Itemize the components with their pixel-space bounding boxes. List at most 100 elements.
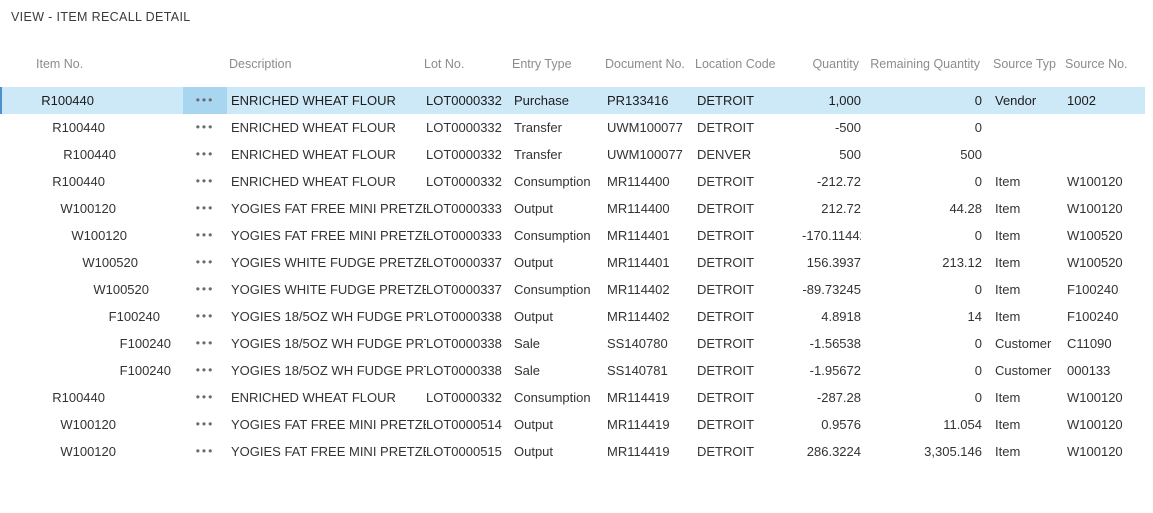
cell-quantity: -287.28 [802, 390, 861, 405]
row-menu-icon[interactable]: ••• [183, 168, 227, 195]
cell-source-no: F100240 [1058, 309, 1144, 324]
column-header-remaining-quantity[interactable]: Remaining Quantity [859, 57, 980, 76]
cell-lot-no: LOT0000338 [426, 336, 514, 351]
cell-location-code: DETROIT [697, 417, 802, 432]
row-menu-icon[interactable]: ••• [183, 141, 227, 168]
column-header-description[interactable]: Description [225, 57, 424, 76]
cell-source-no: W100120 [1058, 174, 1144, 189]
row-menu-icon[interactable]: ••• [183, 303, 227, 330]
cell-lot-no: LOT0000338 [426, 363, 514, 378]
cell-quantity: -170.11442 [802, 228, 861, 243]
column-header-source-type[interactable]: Source Type [980, 57, 1056, 76]
cell-remaining-quantity: 0 [861, 93, 982, 108]
cell-source-no: W100120 [1058, 201, 1144, 216]
table-row[interactable]: W100120•••YOGIES FAT FREE MINI PRETZELLO… [0, 195, 1145, 222]
cell-document-no: MR114419 [607, 417, 697, 432]
cell-quantity: 500 [802, 147, 861, 162]
cell-quantity: 286.3224 [802, 444, 861, 459]
cell-location-code: DETROIT [697, 255, 802, 270]
table-row[interactable]: W100520•••YOGIES WHITE FUDGE PRETZELLOT0… [0, 249, 1145, 276]
cell-entry-type: Sale [514, 336, 607, 351]
column-header-source-no[interactable]: Source No. [1056, 57, 1142, 76]
column-header-item-no[interactable]: Item No. [0, 57, 181, 76]
cell-item-no: R100440 [2, 390, 183, 405]
cell-description: YOGIES FAT FREE MINI PRETZEL [227, 228, 426, 243]
cell-source-type: Item [982, 390, 1058, 405]
table-row[interactable]: F100240•••YOGIES 18/5OZ WH FUDGE PRTLOT0… [0, 357, 1145, 384]
cell-lot-no: LOT0000332 [426, 390, 514, 405]
table-row[interactable]: R100440•••ENRICHED WHEAT FLOURLOT0000332… [0, 87, 1145, 114]
cell-remaining-quantity: 0 [861, 282, 982, 297]
cell-location-code: DETROIT [697, 444, 802, 459]
grid-header-row: Item No. Description Lot No. Entry Type … [0, 44, 1145, 76]
cell-lot-no: LOT0000332 [426, 147, 514, 162]
cell-entry-type: Output [514, 255, 607, 270]
cell-source-no: 000133 [1058, 363, 1144, 378]
column-header-quantity[interactable]: Quantity [800, 57, 859, 76]
cell-remaining-quantity: 213.12 [861, 255, 982, 270]
cell-entry-type: Consumption [514, 282, 607, 297]
row-menu-icon[interactable]: ••• [183, 438, 227, 465]
table-row[interactable]: R100440•••ENRICHED WHEAT FLOURLOT0000332… [0, 114, 1145, 141]
cell-description: YOGIES 18/5OZ WH FUDGE PRT [227, 309, 426, 324]
row-menu-icon[interactable]: ••• [183, 249, 227, 276]
cell-location-code: DENVER [697, 147, 802, 162]
cell-document-no: MR114419 [607, 390, 697, 405]
cell-lot-no: LOT0000337 [426, 255, 514, 270]
cell-remaining-quantity: 44.28 [861, 201, 982, 216]
row-menu-icon[interactable]: ••• [183, 87, 227, 114]
table-row[interactable]: W100120•••YOGIES FAT FREE MINI PRETZELLO… [0, 411, 1145, 438]
cell-description: YOGIES FAT FREE MINI PRETZEL [227, 417, 426, 432]
cell-source-no: W100120 [1058, 417, 1144, 432]
cell-location-code: DETROIT [697, 201, 802, 216]
column-header-entry-type[interactable]: Entry Type [512, 57, 605, 76]
item-recall-detail-grid: Item No. Description Lot No. Entry Type … [0, 44, 1145, 465]
cell-item-no: W100520 [2, 255, 183, 270]
table-row[interactable]: W100520•••YOGIES WHITE FUDGE PRETZELLOT0… [0, 276, 1145, 303]
cell-description: YOGIES WHITE FUDGE PRETZEL [227, 282, 426, 297]
cell-quantity: -500 [802, 120, 861, 135]
table-row[interactable]: F100240•••YOGIES 18/5OZ WH FUDGE PRTLOT0… [0, 303, 1145, 330]
table-row[interactable]: W100120•••YOGIES FAT FREE MINI PRETZELLO… [0, 222, 1145, 249]
cell-entry-type: Output [514, 309, 607, 324]
cell-quantity: 0.9576 [802, 417, 861, 432]
cell-remaining-quantity: 0 [861, 336, 982, 351]
cell-item-no: F100240 [2, 363, 183, 378]
cell-quantity: -1.56538 [802, 336, 861, 351]
cell-document-no: UWM100077 [607, 147, 697, 162]
row-menu-icon[interactable]: ••• [183, 330, 227, 357]
cell-document-no: MR114401 [607, 255, 697, 270]
cell-quantity: -89.73245 [802, 282, 861, 297]
cell-document-no: MR114402 [607, 309, 697, 324]
row-menu-icon[interactable]: ••• [183, 357, 227, 384]
row-menu-icon[interactable]: ••• [183, 222, 227, 249]
table-row[interactable]: F100240•••YOGIES 18/5OZ WH FUDGE PRTLOT0… [0, 330, 1145, 357]
cell-description: YOGIES 18/5OZ WH FUDGE PRT [227, 363, 426, 378]
item-recall-detail-window: VIEW - ITEM RECALL DETAIL Item No. Descr… [0, 0, 1153, 513]
cell-lot-no: LOT0000332 [426, 174, 514, 189]
cell-document-no: SS140780 [607, 336, 697, 351]
table-row[interactable]: R100440•••ENRICHED WHEAT FLOURLOT0000332… [0, 384, 1145, 411]
row-menu-icon[interactable]: ••• [183, 276, 227, 303]
table-row[interactable]: W100120•••YOGIES FAT FREE MINI PRETZELLO… [0, 438, 1145, 465]
table-row[interactable]: R100440•••ENRICHED WHEAT FLOURLOT0000332… [0, 168, 1145, 195]
row-menu-icon[interactable]: ••• [183, 384, 227, 411]
cell-entry-type: Consumption [514, 174, 607, 189]
cell-source-type: Vendor [982, 93, 1058, 108]
column-header-location-code[interactable]: Location Code [695, 57, 800, 76]
row-menu-icon[interactable]: ••• [183, 411, 227, 438]
cell-location-code: DETROIT [697, 363, 802, 378]
row-menu-icon[interactable]: ••• [183, 195, 227, 222]
cell-document-no: MR114400 [607, 174, 697, 189]
cell-entry-type: Transfer [514, 147, 607, 162]
cell-entry-type: Output [514, 201, 607, 216]
cell-item-no: W100520 [2, 282, 183, 297]
column-header-lot-no[interactable]: Lot No. [424, 57, 512, 76]
row-menu-icon[interactable]: ••• [183, 114, 227, 141]
cell-quantity: 212.72 [802, 201, 861, 216]
column-header-document-no[interactable]: Document No. [605, 57, 695, 76]
table-row[interactable]: R100440•••ENRICHED WHEAT FLOURLOT0000332… [0, 141, 1145, 168]
cell-description: ENRICHED WHEAT FLOUR [227, 390, 426, 405]
cell-source-type: Item [982, 417, 1058, 432]
column-header-row-menu [181, 71, 225, 76]
